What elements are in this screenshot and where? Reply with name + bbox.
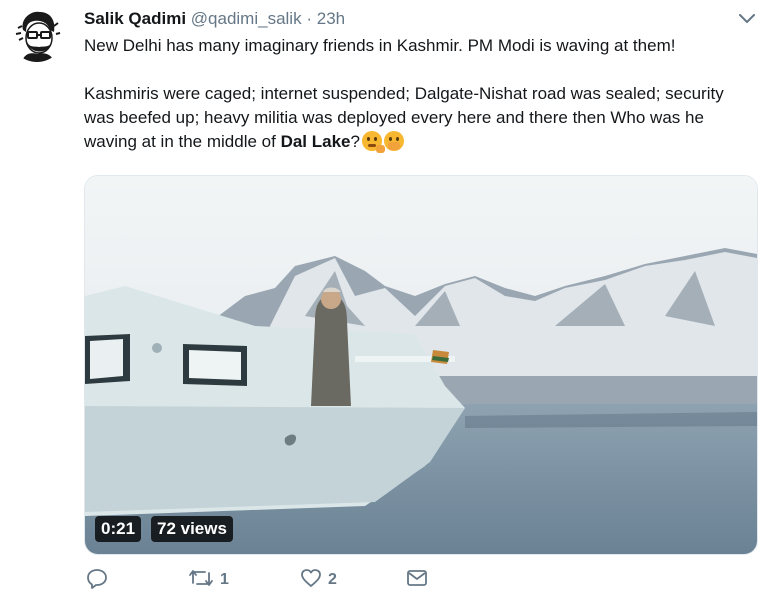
retweet-count: 1: [220, 571, 229, 588]
user-handle[interactable]: @qadimi_salik: [191, 9, 302, 28]
tweet-text-paragraph2: Kashmiris were caged; internet suspended…: [84, 82, 756, 154]
video-duration-badge: 0:21: [95, 516, 142, 542]
like-count: 2: [328, 571, 337, 588]
heart-icon: [300, 567, 322, 594]
envelope-icon: [406, 567, 428, 594]
retweet-icon: [188, 567, 214, 594]
tweet-text-line1: New Delhi has many imaginary friends in …: [84, 36, 676, 55]
dal-lake-bold: Dal Lake: [280, 132, 351, 151]
video-views-badge: 72 views: [151, 516, 233, 542]
avatar[interactable]: [10, 8, 64, 62]
reply-button[interactable]: [86, 566, 114, 594]
video-frame: [85, 176, 757, 554]
video-player[interactable]: 0:21 72 views: [84, 175, 758, 555]
direct-message-button[interactable]: [406, 566, 428, 594]
retweet-button[interactable]: 1: [188, 566, 229, 594]
chevron-down-icon[interactable]: [736, 10, 758, 28]
face-with-hand-over-mouth-icon: [383, 131, 404, 151]
separator-dot: ·: [306, 9, 312, 28]
thinking-face-icon: [361, 131, 385, 153]
reply-icon: [86, 567, 108, 594]
tweet-actions: 1 2: [84, 566, 584, 594]
like-button[interactable]: 2: [300, 566, 337, 594]
tweet-header: Salik Qadimi @qadimi_salik · 23h: [84, 8, 744, 30]
tweet-text: New Delhi has many imaginary friends in …: [84, 34, 756, 154]
question-mark: ?: [350, 132, 360, 151]
display-name[interactable]: Salik Qadimi: [84, 9, 186, 28]
tweet-timestamp[interactable]: 23h: [317, 9, 345, 28]
